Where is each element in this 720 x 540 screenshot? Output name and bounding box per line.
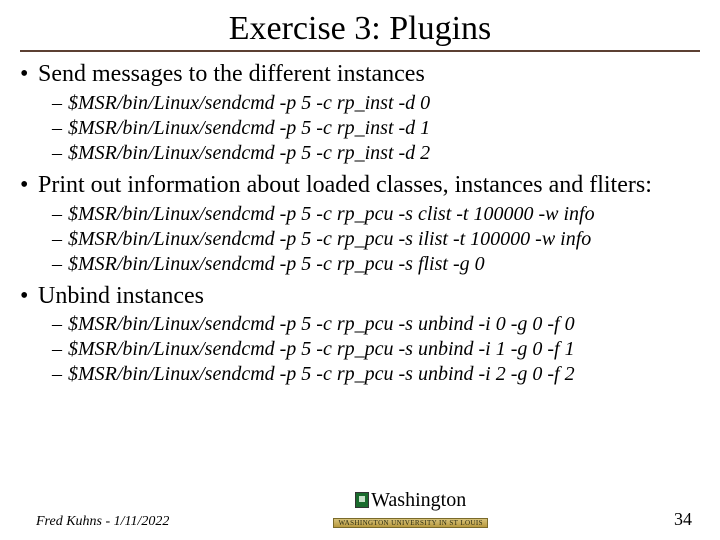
cmd-line: $MSR/bin/Linux/sendcmd -p 5 -c rp_pcu -s… [52, 252, 700, 276]
bullet-print-info: Print out information about loaded class… [20, 171, 700, 276]
university-subtitle: WASHINGTON UNIVERSITY IN ST LOUIS [333, 518, 488, 528]
bullet-text: Print out information about loaded class… [38, 172, 652, 198]
slide-title: Exercise 3: Plugins [20, 10, 700, 52]
shield-icon [355, 492, 369, 508]
bullet-send-messages: Send messages to the different instances… [20, 60, 700, 165]
bullet-text: Send messages to the different instances [38, 61, 425, 87]
page-number: 34 [652, 509, 692, 530]
cmd-line: $MSR/bin/Linux/sendcmd -p 5 -c rp_inst -… [52, 91, 700, 115]
cmd-line: $MSR/bin/Linux/sendcmd -p 5 -c rp_inst -… [52, 141, 700, 165]
cmd-line: $MSR/bin/Linux/sendcmd -p 5 -c rp_pcu -s… [52, 227, 700, 251]
university-name: Washington [371, 489, 466, 511]
university-line: Washington [169, 489, 652, 512]
cmd-line: $MSR/bin/Linux/sendcmd -p 5 -c rp_pcu -s… [52, 312, 700, 336]
bullet-unbind: Unbind instances $MSR/bin/Linux/sendcmd … [20, 282, 700, 387]
footer-center: Washington WASHINGTON UNIVERSITY IN ST L… [169, 489, 652, 530]
footer-author-date: Fred Kuhns - 1/11/2022 [36, 514, 169, 530]
footer: Fred Kuhns - 1/11/2022 Washington WASHIN… [0, 489, 720, 530]
cmd-line: $MSR/bin/Linux/sendcmd -p 5 -c rp_pcu -s… [52, 362, 700, 386]
cmd-line: $MSR/bin/Linux/sendcmd -p 5 -c rp_pcu -s… [52, 202, 700, 226]
cmd-line: $MSR/bin/Linux/sendcmd -p 5 -c rp_inst -… [52, 116, 700, 140]
slide-content: Send messages to the different instances… [20, 60, 700, 386]
cmd-line: $MSR/bin/Linux/sendcmd -p 5 -c rp_pcu -s… [52, 337, 700, 361]
bullet-text: Unbind instances [38, 283, 204, 309]
slide: Exercise 3: Plugins Send messages to the… [0, 0, 720, 540]
